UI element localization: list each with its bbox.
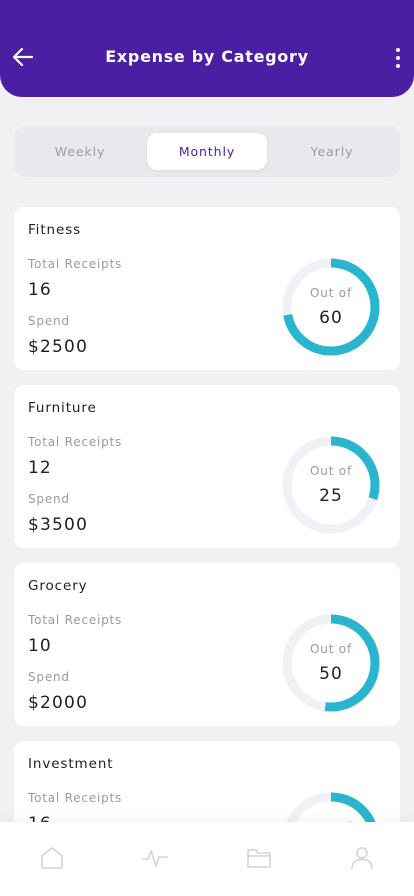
- total-receipts-label: Total Receipts: [28, 435, 123, 449]
- page-title: Expense by Category: [105, 47, 309, 66]
- tab-weekly[interactable]: Weekly: [20, 133, 140, 170]
- total-receipts-label: Total Receipts: [28, 613, 123, 627]
- spend-value: $2000: [28, 693, 89, 713]
- tab-monthly[interactable]: Monthly: [147, 133, 267, 170]
- app-header: Expense by Category: [0, 0, 414, 97]
- spend-value: $3500: [28, 515, 89, 535]
- out-of-total: 50: [319, 664, 343, 684]
- category-card[interactable]: Furniture Total Receipts 12 Spend $3500 Out o…: [14, 385, 400, 548]
- category-name: Furniture: [28, 400, 97, 416]
- period-selector: Weekly Monthly Yearly: [14, 126, 400, 177]
- tab-yearly[interactable]: Yearly: [272, 133, 392, 170]
- progress-ring: [282, 614, 380, 712]
- category-list: Fitness Total Receipts 16 Spend $2500 Out of 6…: [14, 207, 400, 896]
- more-menu-icon[interactable]: [392, 46, 404, 70]
- total-receipts-label: Total Receipts: [28, 257, 123, 271]
- out-of-total: 60: [319, 308, 343, 328]
- progress-ring: [282, 436, 380, 534]
- category-name: Investment: [28, 756, 114, 772]
- spend-label: Spend: [28, 314, 70, 328]
- category-card[interactable]: Grocery Total Receipts 10 Spend $2000 Out of 5…: [14, 563, 400, 726]
- out-of-label: Out of: [310, 286, 352, 300]
- category-name: Fitness: [28, 222, 82, 238]
- category-card[interactable]: Fitness Total Receipts 16 Spend $2500 Out of 6…: [14, 207, 400, 370]
- total-receipts-value: 16: [28, 280, 52, 300]
- spend-label: Spend: [28, 670, 70, 684]
- out-of-label: Out of: [310, 642, 352, 656]
- folder-icon[interactable]: [245, 844, 273, 872]
- category-name: Grocery: [28, 578, 88, 594]
- out-of-total: 25: [319, 486, 343, 506]
- progress-ring: [282, 258, 380, 356]
- total-receipts-value: 12: [28, 458, 52, 478]
- activity-icon[interactable]: [141, 844, 169, 872]
- total-receipts-value: 10: [28, 636, 52, 656]
- profile-icon[interactable]: [348, 844, 376, 872]
- total-receipts-label: Total Receipts: [28, 791, 123, 805]
- spend-label: Spend: [28, 492, 70, 506]
- bottom-nav: [0, 822, 414, 896]
- spend-value: $2500: [28, 337, 89, 357]
- out-of-label: Out of: [310, 464, 352, 478]
- home-icon[interactable]: [38, 844, 66, 872]
